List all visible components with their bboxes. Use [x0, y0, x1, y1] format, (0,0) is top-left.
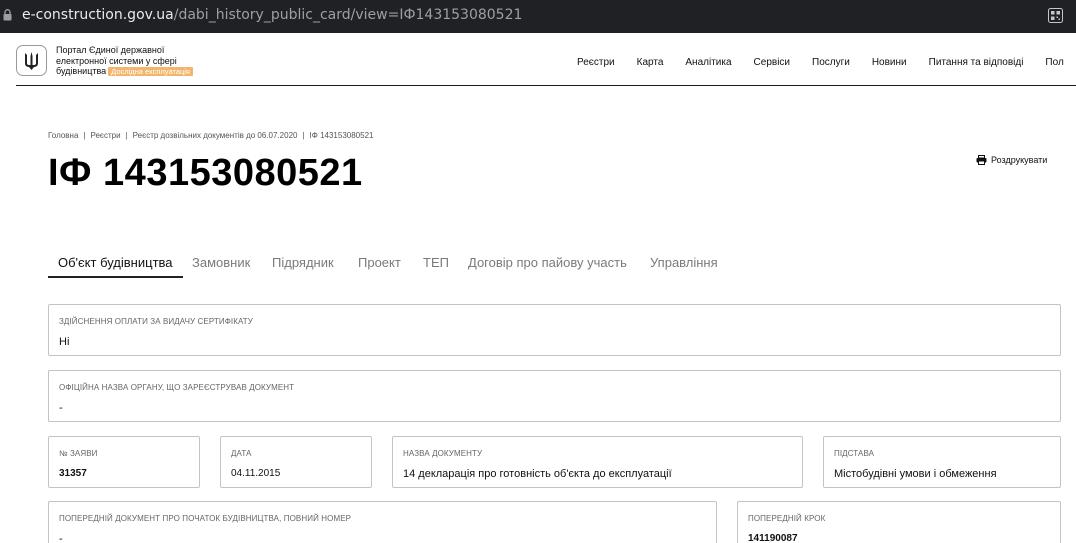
printer-icon: [976, 155, 987, 165]
field-date: Дата 04.11.2015: [220, 436, 372, 488]
field-payment-label: Здійснення оплати за видачу сертифікату: [59, 317, 253, 326]
breadcrumb-current: ІФ 143153080521: [309, 131, 374, 140]
tab-project[interactable]: Проект: [358, 250, 401, 278]
field-basis-label: Підстава: [834, 449, 875, 458]
portal-name-line-2: електронної системи у сфері: [56, 55, 177, 66]
field-application-number: № заяви 31357: [48, 436, 200, 488]
field-basis: Підстава Містобудівні умови і обмеження: [823, 436, 1061, 488]
nav-item-public-services[interactable]: Послуги: [812, 57, 850, 68]
portal-name[interactable]: Портал Єдиної державної електронної сист…: [56, 45, 216, 77]
nav-item-truncated[interactable]: Пол: [1045, 57, 1063, 68]
field-previous-step-value: 141190087: [748, 533, 798, 543]
url-path: /dabi_history_public_card/view=ІФ1431530…: [173, 7, 523, 23]
tab-construction-object[interactable]: Об'єкт будівництва: [48, 250, 183, 278]
field-previous-document: Попередній документ про початок будівниц…: [48, 501, 717, 543]
tab-contractor[interactable]: Підрядник: [272, 250, 334, 278]
url-host: e-construction.gov.ua: [22, 7, 174, 23]
field-payment-value: Ні: [59, 336, 70, 348]
portal-name-line-3: будівництва: [56, 66, 107, 76]
header-divider: [16, 85, 1076, 86]
field-document-name: Назва документу 14 декларація про готовн…: [392, 436, 803, 488]
field-date-value: 04.11.2015: [231, 468, 281, 479]
beta-badge: Дослідна експлуатація: [108, 67, 193, 76]
qr-code-icon[interactable]: [1048, 8, 1063, 23]
nav-item-map[interactable]: Карта: [637, 57, 664, 68]
breadcrumb-registries[interactable]: Реєстри: [90, 131, 120, 140]
breadcrumb-home[interactable]: Головна: [48, 131, 78, 140]
field-previous-document-value: -: [59, 533, 63, 543]
nav-item-services[interactable]: Сервіси: [754, 57, 790, 68]
tab-tep[interactable]: ТЕП: [423, 250, 449, 278]
field-application-number-label: № заяви: [59, 449, 98, 458]
url-text[interactable]: e-construction.gov.ua/dabi_history_publi…: [22, 7, 522, 23]
field-previous-document-label: Попередній документ про початок будівниц…: [59, 514, 352, 523]
field-organ-label: Офіційна назва органу, що зареєстрував д…: [59, 383, 295, 392]
main-nav: Реєстри Карта Аналітика Сервіси Послуги …: [577, 57, 1064, 68]
tab-share-agreement[interactable]: Договір про пайову участь: [468, 250, 627, 278]
portal-name-line-1: Портал Єдиної державної: [56, 45, 165, 55]
field-payment: Здійснення оплати за видачу сертифікату …: [48, 304, 1061, 356]
field-document-name-value: 14 декларація про готовність об'єкта до …: [403, 468, 672, 480]
field-application-number-value: 31357: [59, 468, 87, 479]
field-document-name-label: Назва документу: [403, 449, 483, 458]
tab-management[interactable]: Управління: [650, 250, 718, 278]
nav-item-news[interactable]: Новини: [872, 57, 907, 68]
lock-icon: [3, 9, 12, 21]
breadcrumb: Головна | Реєстри | Реєстр дозвільних докуме…: [48, 131, 374, 140]
field-organ-value: -: [59, 402, 63, 414]
nav-item-analytics[interactable]: Аналітика: [685, 57, 731, 68]
nav-item-registries[interactable]: Реєстри: [577, 57, 615, 68]
print-label: Роздрукувати: [991, 155, 1048, 165]
site-header: Портал Єдиної державної електронної сист…: [0, 33, 1076, 87]
field-previous-step: Попередній крок 141190087: [737, 501, 1061, 543]
trident-emblem-icon[interactable]: [16, 45, 47, 76]
field-basis-value: Містобудівні умови і обмеження: [834, 468, 997, 480]
print-button[interactable]: Роздрукувати: [976, 155, 1047, 165]
field-date-label: Дата: [231, 449, 252, 458]
field-organ: Офіційна назва органу, що зареєстрував д…: [48, 370, 1061, 422]
field-previous-step-label: Попередній крок: [748, 514, 826, 523]
tab-customer[interactable]: Замовник: [192, 250, 250, 278]
nav-item-faq[interactable]: Питання та відповіді: [929, 57, 1024, 68]
page-title: ІФ 143153080521: [48, 152, 363, 194]
breadcrumb-registry[interactable]: Реєстр дозвільних документів до 06.07.20…: [133, 131, 298, 140]
browser-address-bar[interactable]: e-construction.gov.ua/dabi_history_publi…: [0, 0, 1076, 33]
